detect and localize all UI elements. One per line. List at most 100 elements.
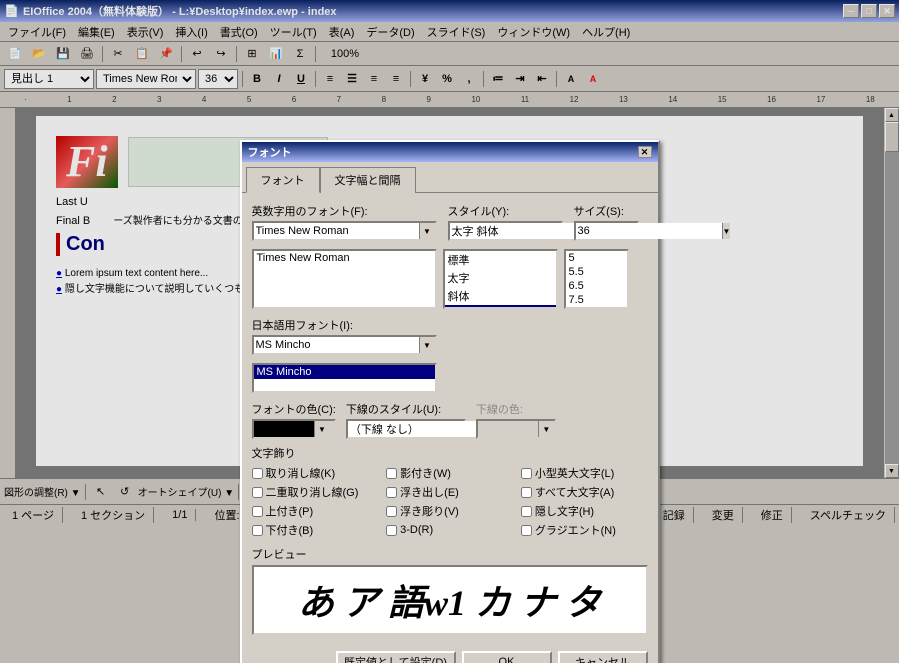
cb-engrave: 浮き彫り(V) (386, 503, 513, 519)
font-size-col: サイズ(S): ▼ (574, 203, 644, 241)
cb-emboss: 浮き出し(E) (386, 484, 513, 500)
dialog-tabs: フォント 文字幅と間隔 (242, 162, 658, 192)
underline-color-group: 下線の色: ▼ (476, 401, 556, 439)
cb-strikethrough: 取り消し線(K) (252, 465, 379, 481)
font-color-swatch (254, 421, 314, 437)
font-color-swatch-container[interactable]: ▼ (252, 419, 336, 439)
cb-sub-label: 下付き(B) (266, 522, 314, 538)
cb-smallcaps: 小型英大文字(L) (521, 465, 648, 481)
jp-font-listbox[interactable]: MS Mincho (252, 363, 437, 393)
jp-font-dropdown[interactable]: ▼ (419, 337, 435, 353)
font-listbox-container: Times New Roman (252, 249, 437, 309)
cb-allcaps-input[interactable] (521, 487, 532, 498)
style-item-italic[interactable]: 斜体 (445, 287, 556, 305)
underline-style-group: 下線のスタイル(U): ▼ (346, 401, 466, 439)
preview-label: プレビュー (252, 546, 648, 562)
cb-hidden-label: 隠し文字(H) (535, 503, 594, 519)
tab-spacing[interactable]: 文字幅と間隔 (320, 167, 416, 193)
cb-strikethrough-input[interactable] (252, 468, 263, 479)
size-input[interactable] (576, 223, 722, 239)
cb-sub: 下付き(B) (252, 522, 379, 538)
cb-gradient-input[interactable] (521, 525, 532, 536)
style-item-normal[interactable]: 標準 (445, 251, 556, 269)
app-window: 📄 EIOffice 2004（無料体験版） - L:¥Desktop¥inde… (0, 0, 899, 663)
size-item-5[interactable]: 5 (566, 251, 627, 265)
cb-hidden: 隠し文字(H) (521, 503, 648, 519)
cb-shadow-input[interactable] (386, 468, 397, 479)
font-name-label: 英数字用のフォント(F): (252, 203, 442, 219)
underline-color-dropdown[interactable]: ▼ (538, 421, 554, 437)
default-btn[interactable]: 既定値として設定(D) (336, 651, 456, 663)
font-color-group: フォントの色(C): ▼ (252, 401, 336, 439)
jp-font-input[interactable] (254, 337, 419, 353)
cb-engrave-label: 浮き彫り(V) (400, 503, 459, 519)
style-combo[interactable]: ▼ (448, 221, 563, 241)
font-color-dropdown[interactable]: ▼ (314, 421, 330, 437)
dialog-close-btn[interactable]: ✕ (638, 146, 652, 158)
font-item-times[interactable]: Times New Roman (254, 251, 435, 265)
jp-font-item-mincho[interactable]: MS Mincho (254, 365, 435, 379)
underline-style-input[interactable] (348, 421, 494, 437)
size-item-65[interactable]: 6.5 (566, 279, 627, 293)
decoration-label: 文字飾り (252, 445, 648, 461)
underline-color-swatch (478, 421, 538, 437)
cb-hidden-input[interactable] (521, 506, 532, 517)
font-listbox[interactable]: Times New Roman (252, 249, 437, 309)
cb-super-input[interactable] (252, 506, 263, 517)
cb-dstrike-input[interactable] (252, 487, 263, 498)
size-item-75[interactable]: 7.5 (566, 293, 627, 307)
cb-sub-input[interactable] (252, 525, 263, 536)
font-name-dropdown[interactable]: ▼ (419, 223, 435, 239)
cb-shadow: 影付き(W) (386, 465, 513, 481)
cb-dstrike: 二重取り消し線(G) (252, 484, 379, 500)
jp-font-label: 日本語用フォント(I): (252, 317, 437, 333)
jp-font-row: 日本語用フォント(I): ▼ (252, 317, 648, 355)
color-row: フォントの色(C): ▼ 下線のスタイル(U): ▼ (252, 401, 648, 439)
cb-emboss-input[interactable] (386, 487, 397, 498)
style-item-bold[interactable]: 太字 (445, 269, 556, 287)
dialog-content: 英数字用のフォント(F): ▼ スタイル(Y): ▼ (242, 192, 658, 645)
cb-threed-label: 3-D(R) (400, 524, 433, 536)
size-listbox-container: 5 5.5 6.5 7.5 (564, 249, 629, 309)
font-color-label: フォントの色(C): (252, 401, 336, 417)
jp-font-combo[interactable]: ▼ (252, 335, 437, 355)
dialog-buttons: 既定値として設定(D) OK キャンセル (242, 645, 658, 663)
tab-font[interactable]: フォント (246, 167, 320, 193)
font-name-combo[interactable]: ▼ (252, 221, 437, 241)
preview-box: あ ア 語w1 カ ナ タ (252, 565, 648, 635)
size-combo[interactable]: ▼ (574, 221, 639, 241)
ok-btn[interactable]: OK (462, 651, 552, 663)
style-listbox[interactable]: 標準 太字 斜体 太字 斜体 (443, 249, 558, 309)
size-label: サイズ(S): (574, 203, 644, 219)
cb-threed-input[interactable] (386, 525, 397, 536)
size-item-55[interactable]: 5.5 (566, 265, 627, 279)
checkbox-grid: 取り消し線(K) 影付き(W) 小型英大文字(L) 二重取り消し線(G) (252, 465, 648, 538)
cb-emboss-label: 浮き出し(E) (400, 484, 459, 500)
jp-font-group: 日本語用フォント(I): ▼ (252, 317, 437, 355)
font-style-col: スタイル(Y): ▼ (448, 203, 568, 241)
cb-strikethrough-label: 取り消し線(K) (266, 465, 336, 481)
modal-overlay: フォント ✕ フォント 文字幅と間隔 英数字用のフォント(F): ▼ (0, 0, 899, 663)
font-dialog: フォント ✕ フォント 文字幅と間隔 英数字用のフォント(F): ▼ (240, 140, 660, 663)
cb-gradient: グラジエント(N) (521, 522, 648, 538)
cb-shadow-label: 影付き(W) (400, 465, 451, 481)
cb-allcaps: すべて大文字(A) (521, 484, 648, 500)
dialog-title-bar: フォント ✕ (242, 142, 658, 162)
cb-allcaps-label: すべて大文字(A) (535, 484, 614, 500)
font-top-row: 英数字用のフォント(F): ▼ スタイル(Y): ▼ (252, 203, 648, 241)
cb-super: 上付き(P) (252, 503, 379, 519)
underline-combo[interactable]: ▼ (346, 419, 466, 439)
size-listbox[interactable]: 5 5.5 6.5 7.5 (564, 249, 629, 309)
cancel-btn[interactable]: キャンセル (558, 651, 648, 663)
style-item-bolditalic[interactable]: 太字 斜体 (445, 305, 556, 309)
font-name-input[interactable] (254, 223, 419, 239)
jp-font-listbox-container: MS Mincho (252, 363, 648, 393)
style-label: スタイル(Y): (448, 203, 568, 219)
preview-text: あ ア 語w1 カ ナ タ (298, 574, 601, 626)
size-dropdown[interactable]: ▼ (722, 223, 731, 239)
listboxes-row: Times New Roman 標準 太字 斜体 太字 斜体 (252, 249, 648, 309)
cb-smallcaps-input[interactable] (521, 468, 532, 479)
underline-color-swatch-container[interactable]: ▼ (476, 419, 556, 439)
style-listbox-container: 標準 太字 斜体 太字 斜体 (443, 249, 558, 309)
cb-engrave-input[interactable] (386, 506, 397, 517)
